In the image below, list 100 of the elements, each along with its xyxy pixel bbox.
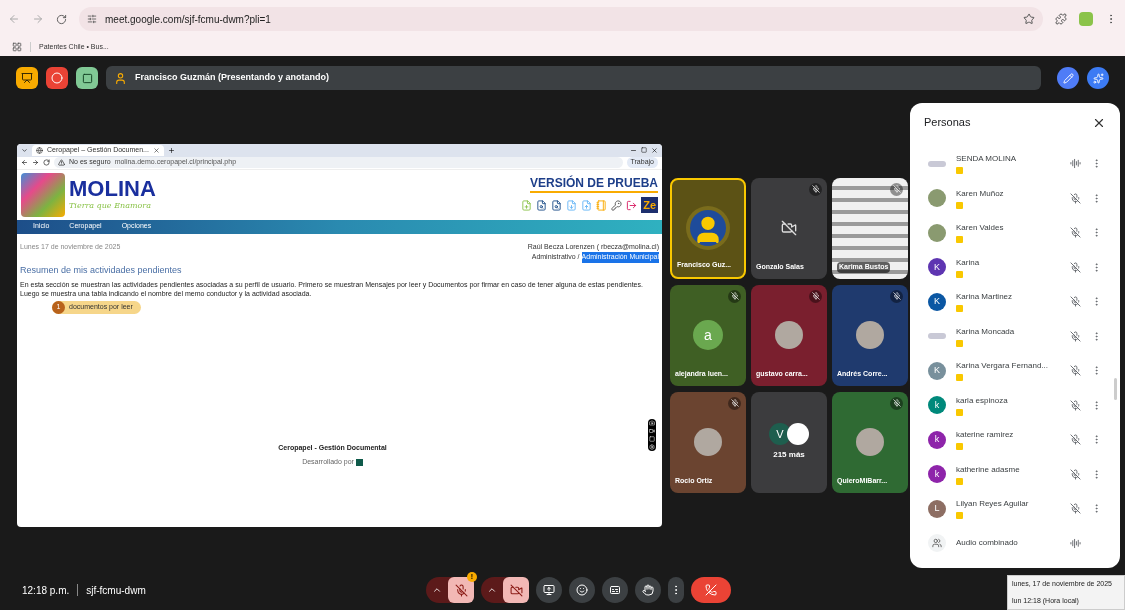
mic-off-icon xyxy=(1070,192,1081,204)
avatar-letter: a xyxy=(693,320,723,350)
participant-row[interactable]: SENDA MOLINA xyxy=(918,146,1112,181)
more-count: 215 más xyxy=(773,449,805,461)
site-settings-icon[interactable] xyxy=(87,14,97,24)
mic-off-icon xyxy=(1070,468,1081,480)
participant-row[interactable]: K Karina Martinez xyxy=(918,284,1112,319)
presenter-label: Francisco Guzmán (Presentando y anotando) xyxy=(135,71,330,85)
group-audio-icon xyxy=(1070,158,1081,170)
mic-off-icon xyxy=(1070,503,1081,515)
camera-icon[interactable] xyxy=(649,420,655,427)
leave-call-button[interactable] xyxy=(691,577,731,603)
reload-icon[interactable] xyxy=(56,13,67,25)
apps-icon[interactable] xyxy=(12,42,22,52)
avatar-letter: k xyxy=(928,396,946,415)
smiley-icon xyxy=(576,584,588,596)
participant-row[interactable]: Audio combinado xyxy=(918,526,1112,561)
mic-off-icon xyxy=(1070,227,1081,239)
sparkle-icon xyxy=(1092,72,1104,84)
gemini-button[interactable] xyxy=(1087,67,1109,89)
camera-off-icon xyxy=(781,220,797,236)
section-heading: Resumen de mis actividades pendientes xyxy=(20,263,183,277)
panel-title: Personas xyxy=(924,115,971,131)
logo-title: MOLINA xyxy=(69,177,156,200)
file-search-icon[interactable] xyxy=(551,199,563,211)
avatar-letter: K xyxy=(928,258,946,277)
captions-icon xyxy=(609,584,621,596)
bookmark-star-icon[interactable] xyxy=(1023,13,1035,25)
mic-off-icon xyxy=(1070,434,1081,446)
mic-off-icon xyxy=(1070,365,1081,377)
companion-button[interactable] xyxy=(76,67,98,89)
microphone-button[interactable] xyxy=(448,577,474,603)
present-button[interactable] xyxy=(536,577,562,603)
address-bar[interactable]: meet.google.com/sjf-fcmu-dwm?pli=1 xyxy=(79,7,1043,31)
maximize-icon[interactable] xyxy=(641,147,647,153)
logo-avatar xyxy=(928,333,946,340)
participant-name: SENDA MOLINA xyxy=(956,153,1017,166)
avatar-logo xyxy=(787,423,809,445)
participant-row[interactable]: Karen Muñoz xyxy=(918,181,1112,216)
participant-name: Audio combinado xyxy=(956,537,1019,550)
globe-icon xyxy=(36,146,43,154)
participant-row[interactable]: k karla espinoza xyxy=(918,388,1112,423)
photo-placeholder xyxy=(928,223,946,242)
participant-name: Lilyan Reyes Aguilar xyxy=(956,498,1030,511)
forward-icon[interactable] xyxy=(32,159,39,166)
clock-time: 12:18 p.m. xyxy=(22,583,70,598)
avatar-letter: K xyxy=(928,292,946,311)
participant-row[interactable]: k katerine ramirez xyxy=(918,422,1112,457)
avatar-letter: k xyxy=(928,465,946,484)
caret-icon[interactable] xyxy=(487,585,497,595)
extensions-icon[interactable] xyxy=(1055,13,1067,25)
record-button[interactable] xyxy=(46,67,68,89)
hand-icon xyxy=(642,584,654,596)
back-icon[interactable] xyxy=(21,159,28,166)
logo-letter-drawing xyxy=(21,172,65,217)
reload-icon[interactable] xyxy=(43,159,50,166)
file-search-icon[interactable] xyxy=(536,199,548,211)
participant-name: karla espinoza xyxy=(956,394,1009,407)
participant-row[interactable]: K Karina xyxy=(918,250,1112,285)
participant-name: Karen Muñoz xyxy=(956,187,1005,200)
key-icon[interactable] xyxy=(611,199,623,211)
captions-button[interactable] xyxy=(602,577,628,603)
close-tab-icon[interactable] xyxy=(152,146,160,154)
participant-tile[interactable]: V 215 más xyxy=(751,391,827,493)
participant-row[interactable]: k katherine adasme xyxy=(918,457,1112,492)
photo-placeholder xyxy=(856,428,884,456)
photo-placeholder xyxy=(856,321,884,349)
present-screen-icon xyxy=(543,584,555,596)
participant-name: katherine adasme xyxy=(956,463,1021,476)
mic-off-icon xyxy=(1070,261,1081,273)
caret-icon[interactable] xyxy=(432,585,442,595)
participant-row[interactable]: Karen Valdes xyxy=(918,215,1112,250)
annotate-button[interactable] xyxy=(1057,67,1079,89)
participant-row[interactable]: K Karina Vergara Fernand... xyxy=(918,353,1112,388)
developer-logo xyxy=(355,459,363,466)
logout-icon[interactable] xyxy=(626,199,638,211)
logo-avatar xyxy=(928,160,946,167)
raise-hand-button[interactable] xyxy=(635,577,661,603)
camera-button[interactable] xyxy=(503,577,529,603)
emoji-button[interactable] xyxy=(569,577,595,603)
person-icon xyxy=(114,71,127,85)
tab-list-icon[interactable] xyxy=(21,146,28,154)
video-icon[interactable] xyxy=(649,428,655,435)
user-badge[interactable]: Ze xyxy=(641,196,658,214)
presentation-icon xyxy=(21,72,33,84)
participant-name: Karina Martinez xyxy=(956,291,1014,304)
participant-name: Karina Vergara Fernand... xyxy=(956,360,1050,373)
logo-tagline: Tierra que Enamora xyxy=(69,199,152,212)
new-tab-icon[interactable] xyxy=(167,146,175,154)
settings-icon[interactable] xyxy=(649,444,655,451)
window-icon[interactable] xyxy=(649,436,655,443)
participant-row[interactable]: L Lilyan Reyes Aguilar xyxy=(918,491,1112,526)
mic-off-icon xyxy=(454,583,468,597)
url-text: meet.google.com/sjf-fcmu-dwm?pli=1 xyxy=(105,12,271,27)
avatar-letter: K xyxy=(928,361,946,380)
participant-row[interactable]: Karina Moncada xyxy=(918,319,1112,354)
presentation-button[interactable] xyxy=(16,67,38,89)
photo-placeholder xyxy=(775,321,803,349)
square-icon xyxy=(81,72,93,84)
more-options-button[interactable] xyxy=(668,577,684,603)
